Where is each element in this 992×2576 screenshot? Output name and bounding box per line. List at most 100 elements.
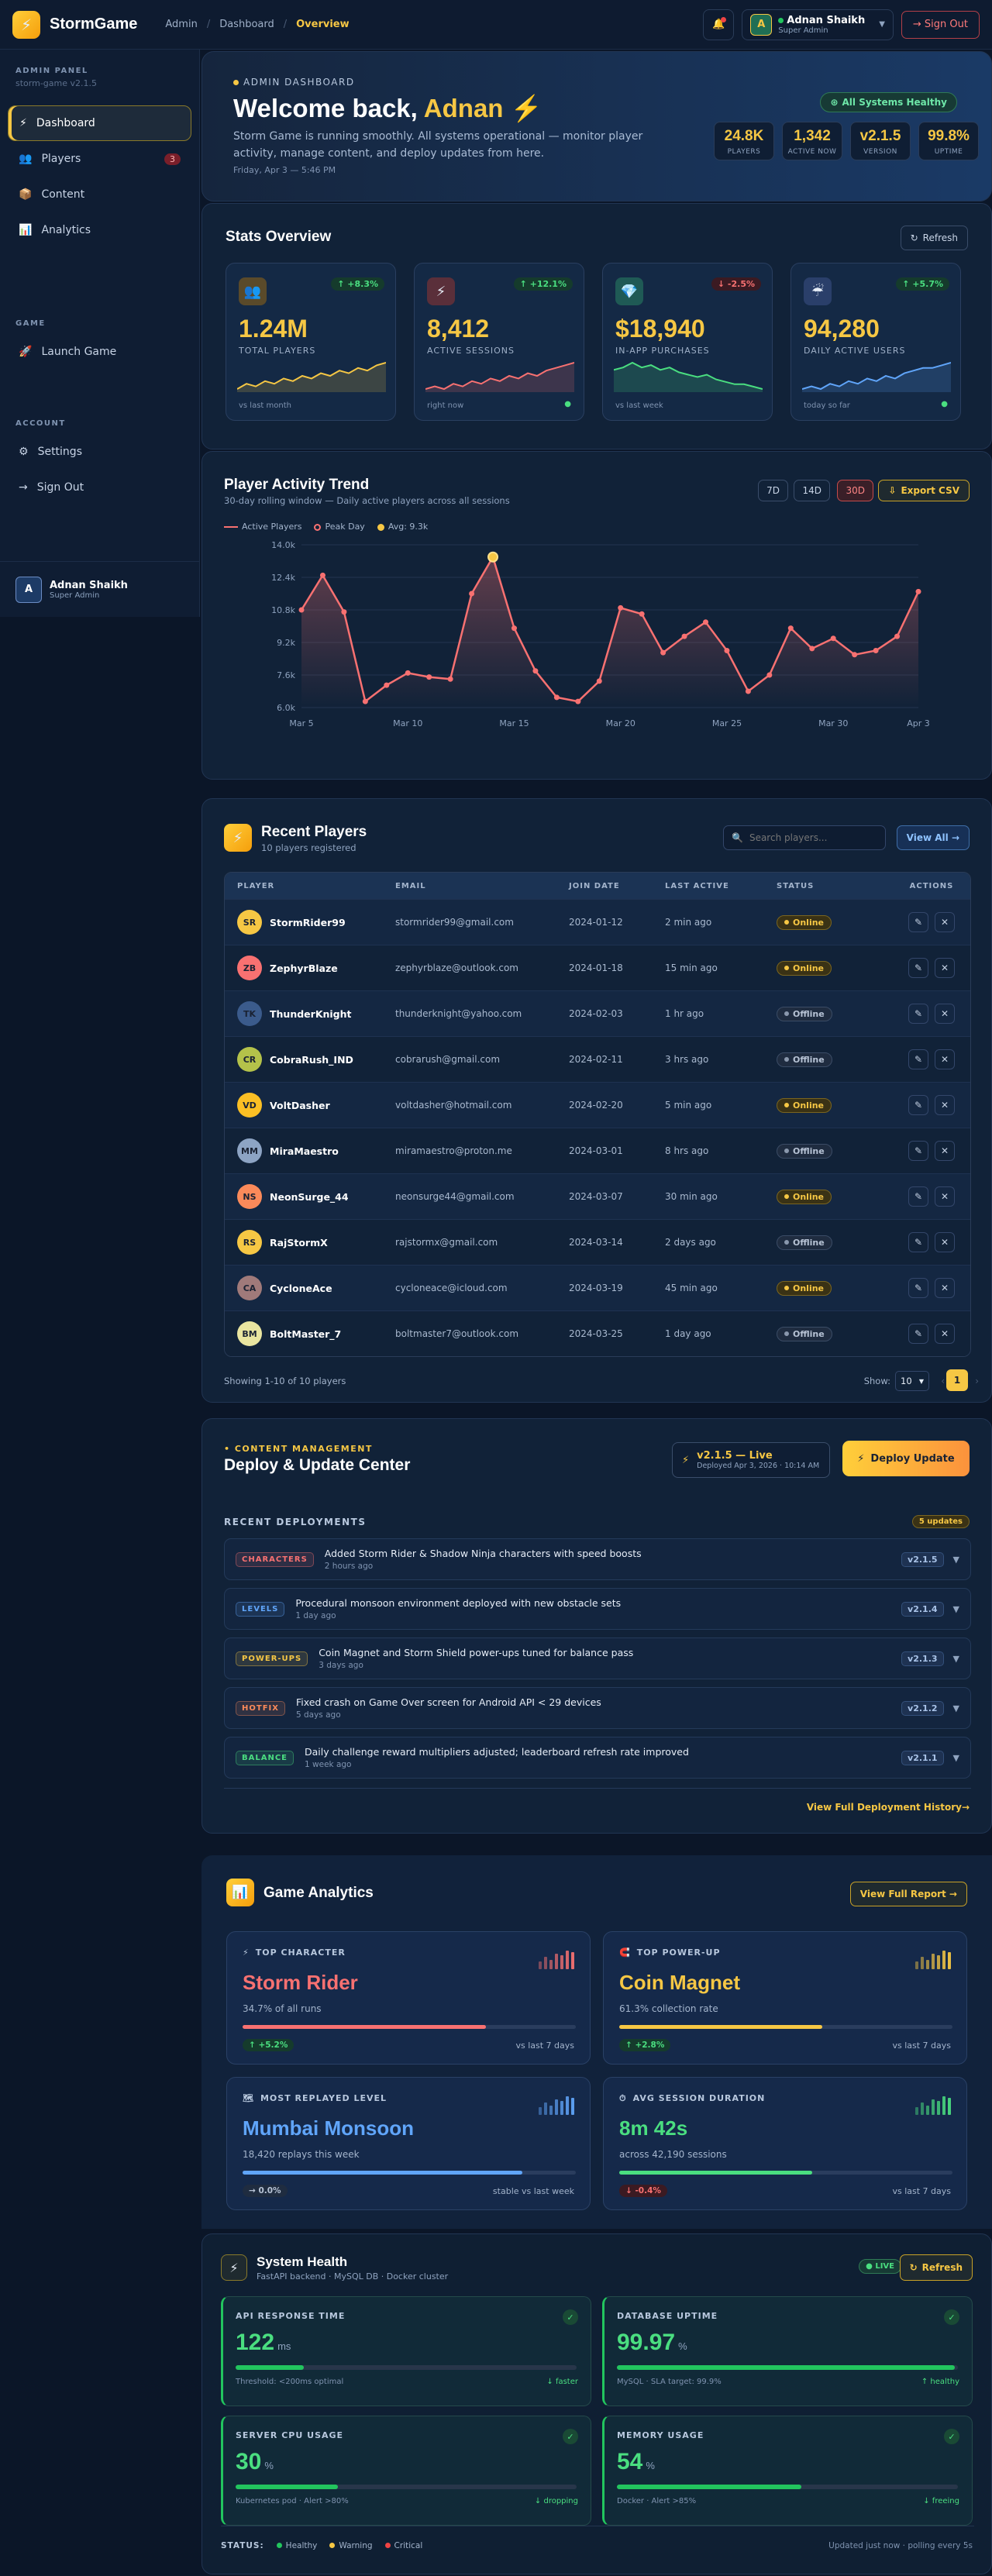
table-row[interactable]: CA CycloneAce cycloneace@icloud.com 2024-03… [225,1265,970,1310]
edit-icon[interactable]: ✎ [908,1324,928,1344]
y-tick-label: 6.0k [277,703,295,713]
legend-peak: Peak Day [314,522,365,532]
peak-point [487,551,499,563]
sidebar-item-players[interactable]: 👥 Players 3 [8,141,191,177]
status-badge: Online [777,960,832,976]
player-name[interactable]: ZephyrBlaze [270,963,338,974]
x-tick-label: Mar 5 [289,718,313,728]
player-name[interactable]: ThunderKnight [270,1008,352,1020]
close-icon[interactable]: ✕ [935,1232,955,1252]
edit-icon[interactable]: ✎ [908,1095,928,1115]
close-icon[interactable]: ✕ [935,1095,955,1115]
sidebar-item-dashboard[interactable]: ⚡ Dashboard [8,105,191,141]
close-icon[interactable]: ✕ [935,912,955,932]
mini-bar [566,2096,569,2115]
page-1-button[interactable]: 1 [946,1369,968,1391]
table-row[interactable]: TK ThunderKnight thunderknight@yahoo.com 20… [225,990,970,1036]
player-name[interactable]: RajStormX [270,1237,328,1248]
close-icon[interactable]: ✕ [935,1186,955,1207]
table-row[interactable]: VD VoltDasher voltdasher@hotmail.com 2024-0… [225,1082,970,1128]
players-badge: 3 [164,153,181,165]
table-row[interactable]: BM BoltMaster_7 boltmaster7@outlook.com 202… [225,1310,970,1356]
view-all-button[interactable]: View All → [896,825,970,850]
table-row[interactable]: SR StormRider99 stormrider99@gmail.com 2024… [225,899,970,945]
chevron-down-icon[interactable]: ▼ [953,1753,959,1763]
table-row[interactable]: MM MiraMaestro miramaestro@proton.me 2024-0… [225,1128,970,1173]
health-refresh-button[interactable]: ↻ Refresh [899,2254,973,2281]
sign-out-button[interactable]: → Sign Out [901,10,980,39]
stat-icon: 👥 [239,277,267,305]
range-7d-button[interactable]: 7D [758,480,788,501]
player-name[interactable]: CobraRush_IND [270,1054,353,1066]
prev-page-button[interactable]: ‹ [941,1376,945,1386]
close-icon[interactable]: ✕ [935,1278,955,1298]
edit-icon[interactable]: ✎ [908,912,928,932]
mini-bar [937,1955,940,1969]
lightning-logo-icon[interactable]: ⚡ [12,10,40,39]
sidebar-item-content[interactable]: 📦 Content [8,177,191,212]
close-icon[interactable]: ✕ [935,1049,955,1069]
range-14d-button[interactable]: 14D [794,480,830,501]
edit-icon[interactable]: ✎ [908,1049,928,1069]
edit-icon[interactable]: ✎ [908,1004,928,1024]
chevron-down-icon[interactable]: ▼ [953,1654,959,1664]
player-name[interactable]: StormRider99 [270,917,346,928]
sidebar-item-analytics[interactable]: 📊 Analytics [8,212,191,248]
deployment-item[interactable]: HOTFIX Fixed crash on Game Over screen fo… [224,1687,971,1729]
deployment-item[interactable]: LEVELS Procedural monsoon environment dep… [224,1588,971,1630]
sidebar-item-launch-game[interactable]: 🚀 Launch Game [8,334,191,370]
sidebar-item-sign-out[interactable]: → Sign Out [8,470,191,505]
edit-icon[interactable]: ✎ [908,1232,928,1252]
table-row[interactable]: ZB ZephyrBlaze zephyrblaze@outlook.com 2024… [225,945,970,990]
player-name[interactable]: NeonSurge_44 [270,1191,349,1203]
chevron-down-icon[interactable]: ▼ [953,1604,959,1614]
search-input[interactable] [749,832,873,843]
edit-icon[interactable]: ✎ [908,1278,928,1298]
analytics-card: ⏱ AVG SESSION DURATION 8m 42s across 42,190… [603,2077,967,2210]
search-box[interactable]: 🔍 [723,825,886,850]
breadcrumb-admin[interactable]: Admin [165,19,197,30]
view-full-report-button[interactable]: View Full Report → [849,1882,967,1906]
user-menu[interactable]: A Adnan Shaikh Super Admin ▼ [742,9,894,40]
analytics-card: 🧲 TOP POWER-UP Coin Magnet 61.3% collection… [603,1931,967,2065]
table-row[interactable]: RS RajStormX rajstormx@gmail.com 2024-03-14… [225,1219,970,1265]
player-name[interactable]: CycloneAce [270,1283,332,1294]
edit-icon[interactable]: ✎ [908,958,928,978]
y-tick-label: 14.0k [271,540,295,550]
stats-refresh-button[interactable]: ↻ Refresh [900,226,968,250]
player-avatar: NS [237,1184,262,1209]
deployment-item[interactable]: POWER-UPS Coin Magnet and Storm Shield po… [224,1638,971,1679]
close-icon[interactable]: ✕ [935,1004,955,1024]
deploy-update-button[interactable]: ⚡ Deploy Update [842,1441,970,1476]
x-tick-label: Mar 30 [818,718,848,728]
page-size-select[interactable]: 10 ▼ [895,1371,929,1391]
download-icon: ⇩ [888,485,897,496]
deployment-history-link[interactable]: View Full Deployment History→ [807,1802,970,1813]
chevron-down-icon[interactable]: ▼ [953,1703,959,1713]
edit-icon[interactable]: ✎ [908,1141,928,1161]
player-last-active: 3 hrs ago [665,1054,709,1065]
close-icon[interactable]: ✕ [935,1324,955,1344]
next-page-button[interactable]: › [975,1376,979,1386]
table-row[interactable]: CR CobraRush_IND cobrarush@gmail.com 2024-0… [225,1036,970,1082]
table-row[interactable]: NS NeonSurge_44 neonsurge44@gmail.com 2024-… [225,1173,970,1219]
close-icon[interactable]: ✕ [935,958,955,978]
sidebar-item-settings[interactable]: ⚙ Settings [8,434,191,470]
edit-icon[interactable]: ✎ [908,1186,928,1207]
deployment-item[interactable]: CHARACTERS Added Storm Rider & Shadow Nin… [224,1538,971,1580]
close-icon[interactable]: ✕ [935,1141,955,1161]
deployment-item[interactable]: BALANCE Daily challenge reward multiplier… [224,1737,971,1779]
chevron-down-icon[interactable]: ▼ [953,1555,959,1565]
health-progress-bar [236,2365,577,2370]
breadcrumb-dashboard[interactable]: Dashboard [219,19,274,30]
player-name[interactable]: MiraMaestro [270,1145,339,1157]
player-avatar: CR [237,1047,262,1072]
notification-bell-icon[interactable]: 🔔 [703,9,735,40]
player-name[interactable]: BoltMaster_7 [270,1328,341,1340]
status-badge: Offline [777,1006,832,1021]
sidebar-user[interactable]: A Adnan Shaikh Super Admin [0,561,200,617]
player-name[interactable]: VoltDasher [270,1100,330,1111]
range-30d-button[interactable]: 30D [837,480,873,501]
sparkline [802,362,951,392]
export-csv-button[interactable]: ⇩ Export CSV [878,480,970,501]
